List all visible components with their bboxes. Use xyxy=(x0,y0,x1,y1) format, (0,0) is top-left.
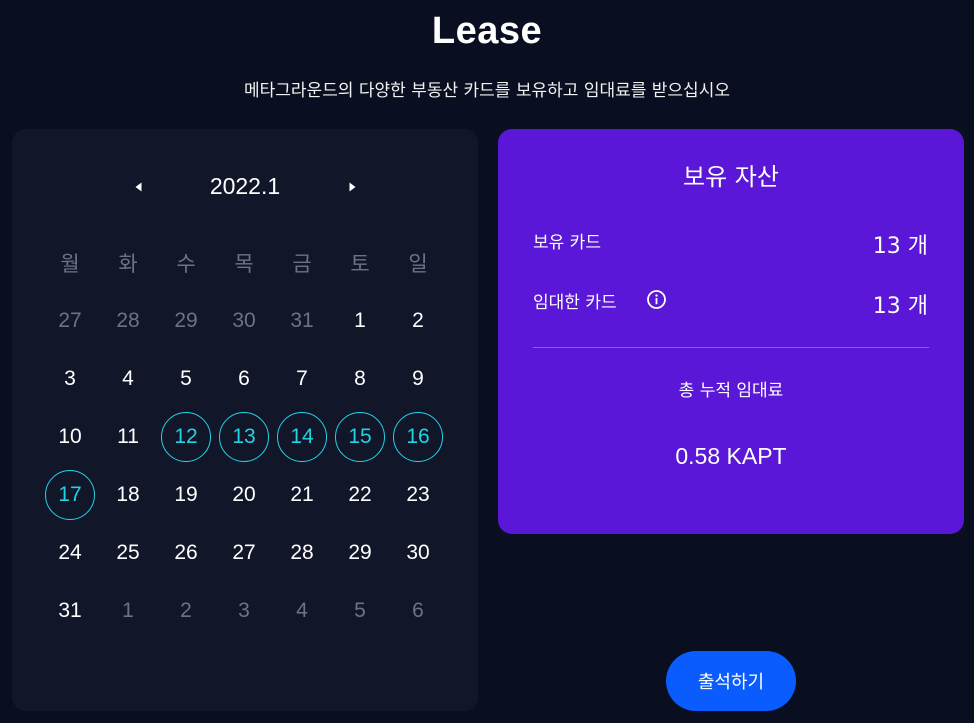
prev-month-button[interactable] xyxy=(129,177,149,197)
leased-cards-value: 13 개 xyxy=(872,294,928,319)
calendar-day[interactable]: 9 xyxy=(389,350,447,408)
calendar-day[interactable]: 24 xyxy=(41,524,99,582)
calendar-day[interactable]: 3 xyxy=(41,350,99,408)
calendar-day[interactable]: 1 xyxy=(331,292,389,350)
weekday-header: 토 xyxy=(350,253,370,276)
calendar-day-attended[interactable]: 17 xyxy=(41,466,99,524)
next-month-button[interactable] xyxy=(342,177,362,197)
calendar-day-other-month[interactable]: 1 xyxy=(99,582,157,640)
calendar-day[interactable]: 25 xyxy=(99,524,157,582)
attended-day-label: 13 xyxy=(219,412,269,462)
calendar-day[interactable]: 21 xyxy=(273,466,331,524)
calendar-day-other-month[interactable]: 6 xyxy=(389,582,447,640)
caret-left-icon xyxy=(135,182,142,192)
calendar-day-other-month[interactable]: 5 xyxy=(331,582,389,640)
weekday-header: 월 xyxy=(60,253,80,276)
calendar-day[interactable]: 22 xyxy=(331,466,389,524)
calendar-day[interactable]: 30 xyxy=(389,524,447,582)
calendar-day[interactable]: 5 xyxy=(157,350,215,408)
calendar-day-other-month[interactable]: 27 xyxy=(41,292,99,350)
weekday-header: 목 xyxy=(234,253,254,276)
attended-day-label: 12 xyxy=(161,412,211,462)
calendar-day-attended[interactable]: 13 xyxy=(215,408,273,466)
calendar-day[interactable]: 19 xyxy=(157,466,215,524)
caret-right-icon xyxy=(349,182,356,192)
calendar-navigation: 2022.1 xyxy=(12,173,478,203)
calendar-day[interactable]: 27 xyxy=(215,524,273,582)
calendar-day[interactable]: 10 xyxy=(41,408,99,466)
assets-title: 보유 자산 xyxy=(683,163,779,191)
calendar-grid: 월 화 수 목 금 토 일 27 28 29 30 31 1 2 3 4 5 6 7 8 9 10 11 12 13 14 15 16… xyxy=(41,234,447,640)
calendar-day[interactable]: 11 xyxy=(99,408,157,466)
calendar-day[interactable]: 29 xyxy=(331,524,389,582)
owned-cards-label: 보유 카드 xyxy=(533,233,601,253)
calendar-day[interactable]: 18 xyxy=(99,466,157,524)
leased-cards-label: 임대한 카드 xyxy=(533,293,617,313)
calendar-day[interactable]: 20 xyxy=(215,466,273,524)
calendar-day-attended[interactable]: 14 xyxy=(273,408,331,466)
calendar-day[interactable]: 23 xyxy=(389,466,447,524)
calendar-day[interactable]: 4 xyxy=(99,350,157,408)
calendar-day-other-month[interactable]: 31 xyxy=(273,292,331,350)
page-title: Lease xyxy=(431,10,543,52)
calendar-day[interactable]: 31 xyxy=(41,582,99,640)
attend-button[interactable]: 출석하기 xyxy=(666,651,796,711)
total-rent-label: 총 누적 임대료 xyxy=(678,381,784,401)
calendar-day-other-month[interactable]: 2 xyxy=(157,582,215,640)
calendar-day-other-month[interactable]: 30 xyxy=(215,292,273,350)
attendance-calendar: 2022.1 월 화 수 목 금 토 일 27 28 29 30 31 1 2 3 4 5 6 7 8 9 10 11 12 1… xyxy=(12,129,478,711)
owned-assets-panel: 보유 자산 보유 카드 13 개 임대한 카드 13 개 총 누적 임대료 0.… xyxy=(498,129,964,534)
calendar-day[interactable]: 7 xyxy=(273,350,331,408)
info-icon[interactable] xyxy=(646,289,667,310)
calendar-day-attended[interactable]: 15 xyxy=(331,408,389,466)
calendar-day-other-month[interactable]: 29 xyxy=(157,292,215,350)
month-label: 2022.1 xyxy=(209,173,281,199)
attended-day-label: 17 xyxy=(45,470,95,520)
calendar-day-attended[interactable]: 12 xyxy=(157,408,215,466)
attended-day-label: 14 xyxy=(277,412,327,462)
weekday-header: 화 xyxy=(118,253,138,276)
total-rent-value: 0.58 KAPT xyxy=(675,443,787,469)
calendar-day[interactable]: 2 xyxy=(389,292,447,350)
calendar-day[interactable]: 28 xyxy=(273,524,331,582)
calendar-day-other-month[interactable]: 28 xyxy=(99,292,157,350)
page-subtitle: 메타그라운드의 다양한 부동산 카드를 보유하고 임대료를 받으십시오 xyxy=(244,81,730,101)
calendar-day[interactable]: 8 xyxy=(331,350,389,408)
calendar-day[interactable]: 26 xyxy=(157,524,215,582)
calendar-day-other-month[interactable]: 4 xyxy=(273,582,331,640)
attended-day-label: 16 xyxy=(393,412,443,462)
owned-cards-value: 13 개 xyxy=(872,234,928,259)
weekday-header: 일 xyxy=(408,253,428,276)
calendar-day-attended[interactable]: 16 xyxy=(389,408,447,466)
attended-day-label: 15 xyxy=(335,412,385,462)
weekday-header: 금 xyxy=(292,253,312,276)
calendar-day-other-month[interactable]: 3 xyxy=(215,582,273,640)
divider xyxy=(533,347,929,348)
calendar-day[interactable]: 6 xyxy=(215,350,273,408)
weekday-header: 수 xyxy=(176,253,196,276)
